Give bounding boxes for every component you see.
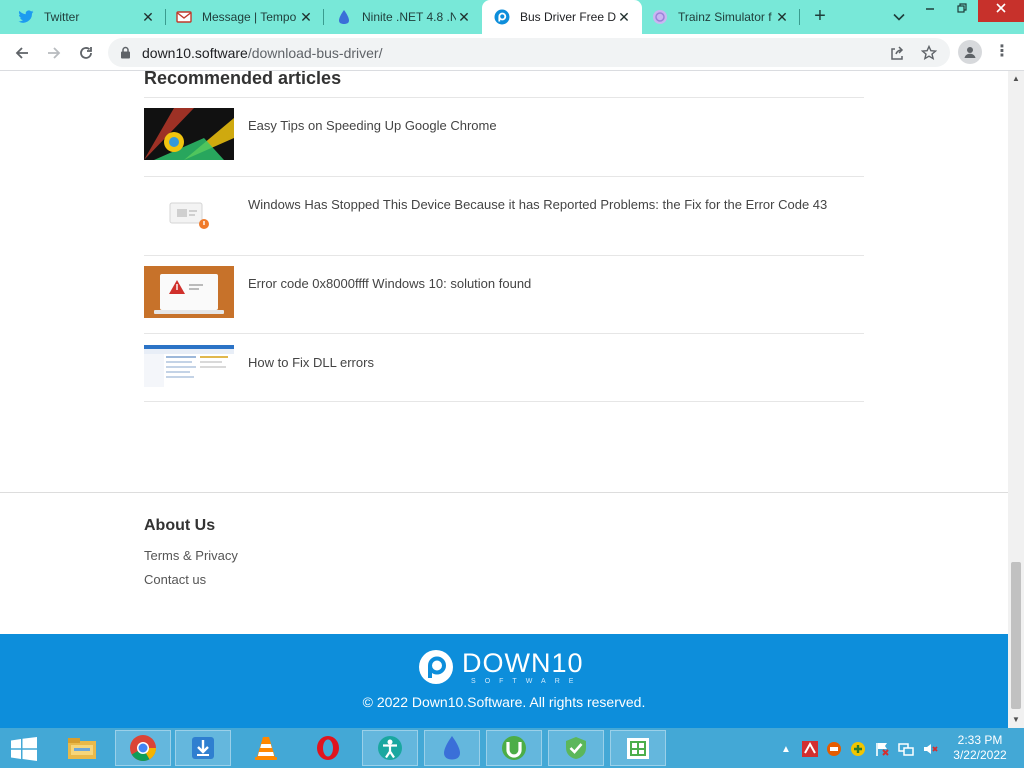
- tray-volume-muted-icon[interactable]: [922, 741, 938, 757]
- tab-message[interactable]: Message | Tempo ✕: [158, 0, 324, 34]
- profile-avatar-icon[interactable]: [958, 40, 982, 64]
- share-icon[interactable]: [888, 44, 906, 62]
- reload-button[interactable]: [74, 41, 98, 65]
- twitter-icon: [18, 9, 34, 25]
- tab-title: Twitter: [44, 10, 80, 24]
- logo-wordmark: DOWN10 SOFTWARE: [462, 649, 584, 686]
- down10-logo[interactable]: DOWN10 SOFTWARE: [418, 648, 584, 686]
- tray-flag-icon[interactable]: [874, 741, 890, 757]
- browser-menu-icon[interactable]: ⋮: [992, 41, 1012, 63]
- site-footer: DOWN10 SOFTWARE © 2022 Down10.Software. …: [0, 634, 1008, 728]
- tab-bus-driver[interactable]: Bus Driver Free D ✕: [482, 0, 642, 34]
- scroll-down-arrow-icon[interactable]: ▼: [1008, 712, 1024, 728]
- down10-logo-icon: [419, 650, 453, 684]
- article-link[interactable]: Windows Has Stopped This Device Because …: [248, 197, 827, 212]
- security-check-icon[interactable]: [548, 730, 604, 766]
- tab-search-chevron-icon[interactable]: [888, 6, 910, 28]
- footer-divider: [0, 492, 1008, 493]
- tab-close-icon[interactable]: ✕: [616, 9, 632, 25]
- article-item[interactable]: Easy Tips on Speeding Up Google Chrome: [144, 98, 864, 177]
- restore-button[interactable]: [946, 0, 978, 22]
- logo-sub-text: SOFTWARE: [471, 677, 583, 685]
- article-link[interactable]: How to Fix DLL errors: [248, 355, 374, 370]
- article-thumbnail-error-43[interactable]: [144, 187, 234, 239]
- url-text: down10.software/download-bus-driver/: [142, 45, 382, 61]
- back-button[interactable]: [10, 41, 34, 65]
- vlc-icon[interactable]: [238, 730, 294, 766]
- clock-date: 3/22/2022: [953, 748, 1007, 762]
- scroll-up-arrow-icon[interactable]: ▲: [1008, 71, 1024, 87]
- tab-twitter[interactable]: Twitter ✕: [0, 0, 166, 34]
- terms-privacy-link[interactable]: Terms & Privacy: [144, 548, 238, 563]
- windows-taskbar: ▲ 2:33 PM 3/22/2022: [0, 728, 1024, 768]
- tab-ninite[interactable]: Ninite .NET 4.8 .N ✕: [318, 0, 482, 34]
- article-item[interactable]: Windows Has Stopped This Device Because …: [144, 177, 864, 256]
- opera-icon[interactable]: [300, 730, 356, 766]
- address-bar[interactable]: down10.software/download-bus-driver/: [108, 38, 950, 67]
- contact-us-link[interactable]: Contact us: [144, 572, 206, 587]
- lock-icon[interactable]: [120, 46, 131, 64]
- article-link[interactable]: Error code 0x8000ffff Windows 10: soluti…: [248, 276, 531, 291]
- new-tab-button[interactable]: +: [808, 5, 832, 29]
- store-icon[interactable]: [610, 730, 666, 766]
- tab-title: Trainz Simulator f: [678, 10, 772, 24]
- article-item[interactable]: Error code 0x8000ffff Windows 10: soluti…: [144, 256, 864, 334]
- page-viewport: Recommended articles Easy Tips on Speedi…: [0, 71, 1008, 728]
- tray-network-icon[interactable]: [898, 741, 914, 757]
- article-link[interactable]: Easy Tips on Speeding Up Google Chrome: [248, 118, 497, 133]
- article-thumbnail-dll[interactable]: [144, 345, 234, 387]
- tab-close-icon[interactable]: ✕: [140, 9, 156, 25]
- bookmark-star-icon[interactable]: [920, 44, 938, 62]
- about-us-heading: About Us: [144, 517, 216, 534]
- ninite-icon[interactable]: [424, 730, 480, 766]
- article-item[interactable]: How to Fix DLL errors: [144, 334, 864, 402]
- tray-app-icon[interactable]: [826, 741, 842, 757]
- logo-main-text: DOWN10: [462, 647, 584, 678]
- clock-time: 2:33 PM: [957, 733, 1003, 747]
- tab-title: Message | Tempo: [202, 10, 297, 24]
- copyright-text: © 2022 Down10.Software. All rights reser…: [362, 694, 646, 710]
- minimize-button[interactable]: [914, 0, 946, 22]
- tray-update-icon[interactable]: [850, 741, 866, 757]
- mail-icon: [176, 9, 192, 25]
- scrollbar-thumb[interactable]: [1011, 562, 1021, 709]
- downloader-icon[interactable]: [175, 730, 231, 766]
- trainz-icon: [652, 9, 668, 25]
- file-explorer-icon[interactable]: [54, 730, 110, 766]
- close-window-button[interactable]: [978, 0, 1024, 22]
- tab-close-icon[interactable]: ✕: [456, 9, 472, 25]
- tab-strip: Twitter ✕ Message | Tempo ✕ Ninite .NET …: [0, 0, 1024, 34]
- accessibility-icon[interactable]: [362, 730, 418, 766]
- tab-trainz[interactable]: Trainz Simulator f ✕: [642, 0, 800, 34]
- url-host: down10.software: [142, 45, 248, 61]
- ninite-icon: [336, 9, 352, 25]
- tab-title: Bus Driver Free D: [520, 10, 616, 24]
- taskbar-clock[interactable]: 2:33 PM 3/22/2022: [948, 733, 1012, 763]
- tray-antivirus-icon[interactable]: [802, 741, 818, 757]
- recommended-articles-heading: Recommended articles: [144, 71, 342, 88]
- article-thumbnail-chrome[interactable]: [144, 108, 234, 160]
- forward-button[interactable]: [42, 41, 66, 65]
- windows-start-icon[interactable]: [10, 737, 40, 761]
- article-thumbnail-error-0x8000ffff[interactable]: [144, 266, 234, 318]
- tab-close-icon[interactable]: ✕: [298, 9, 314, 25]
- tab-close-icon[interactable]: ✕: [774, 9, 790, 25]
- tray-overflow-icon[interactable]: ▲: [778, 741, 794, 757]
- tab-title: Ninite .NET 4.8 .N: [362, 10, 456, 24]
- down10-icon: [494, 9, 510, 25]
- browser-toolbar: down10.software/download-bus-driver/: [0, 34, 1024, 71]
- utorrent-icon[interactable]: [486, 730, 542, 766]
- url-path: /download-bus-driver/: [247, 45, 383, 61]
- page-scrollbar[interactable]: ▲ ▼: [1008, 71, 1024, 728]
- chrome-icon[interactable]: [115, 730, 171, 766]
